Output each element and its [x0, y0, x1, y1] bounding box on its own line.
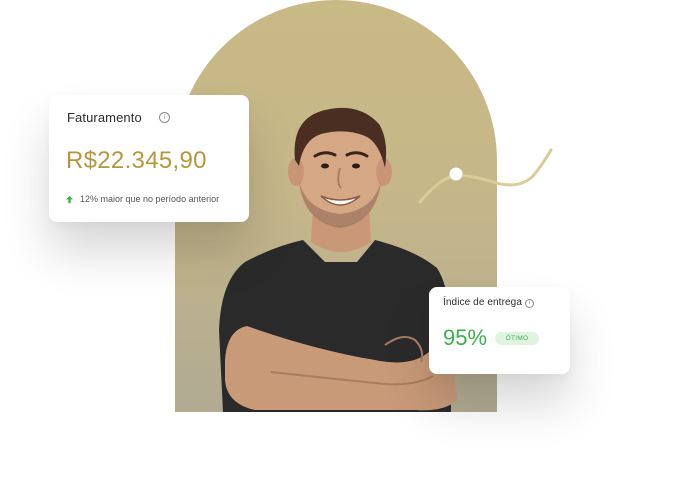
growth-row: 12% maior que no período anterior: [65, 194, 219, 204]
info-icon[interactable]: i: [525, 299, 534, 308]
revenue-card: Faturamento i R$22.345,90 12% maior que …: [49, 95, 249, 222]
delivery-card-title: Índice de entrega: [443, 297, 522, 308]
revenue-value: R$22.345,90: [66, 147, 207, 174]
hero-illustration: Faturamento i R$22.345,90 12% maior que …: [0, 0, 687, 492]
growth-text: 12% maior que no período anterior: [80, 194, 220, 204]
info-icon[interactable]: i: [159, 112, 170, 123]
delivery-card: Índice de entrega i 95% ÓTIMO: [429, 287, 570, 374]
delivery-value: 95%: [443, 325, 488, 350]
trend-line-decoration: [418, 148, 553, 204]
revenue-card-title: Faturamento: [67, 110, 142, 125]
status-badge: ÓTIMO: [495, 332, 539, 345]
arrow-up-icon: [65, 195, 74, 203]
